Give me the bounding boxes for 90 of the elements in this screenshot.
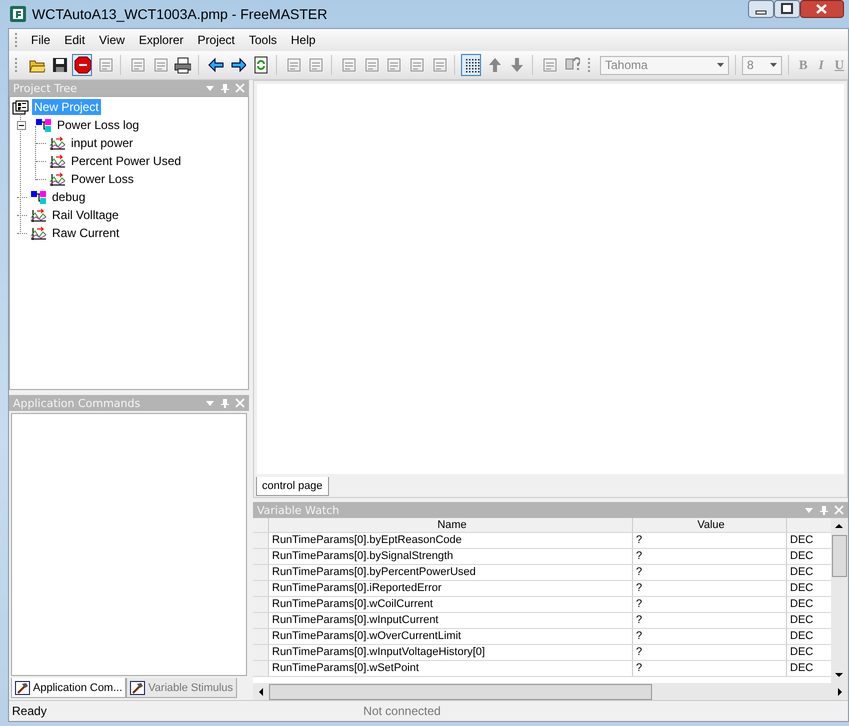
row-header[interactable] xyxy=(253,533,269,548)
row-header[interactable] xyxy=(253,645,269,660)
table-cell: ? xyxy=(633,549,787,564)
folder-structure-icon xyxy=(30,190,47,204)
pin-icon[interactable] xyxy=(220,398,230,408)
dropdown-icon[interactable] xyxy=(205,398,215,408)
window-title: WCTAutoA13_WCT1003A.pmp - FreeMASTER xyxy=(32,6,328,22)
row-header[interactable] xyxy=(253,661,269,676)
row-header[interactable] xyxy=(253,629,269,644)
menu-item[interactable]: Project xyxy=(190,31,242,49)
column-header[interactable]: Name xyxy=(269,518,633,532)
panel-title: Variable Watch xyxy=(257,504,340,516)
stop-icon[interactable] xyxy=(72,54,92,76)
table-cell-text: DEC xyxy=(789,629,814,644)
tree-item[interactable]: Power Loss xyxy=(69,171,136,187)
menu-item[interactable]: View xyxy=(92,31,132,49)
table-cell: RunTimeParams[0].wSetPoint xyxy=(269,661,633,676)
project-icon xyxy=(12,100,29,114)
status-text: Ready xyxy=(11,704,48,718)
table-cell-text: DEC xyxy=(789,549,814,564)
vertical-scrollbar[interactable] xyxy=(831,518,848,683)
table-cell-text: DEC xyxy=(789,661,814,676)
table-cell: RunTimeParams[0].wInputCurrent xyxy=(269,613,633,628)
table-cell-text: DEC xyxy=(789,645,814,660)
dropdown-icon[interactable] xyxy=(205,83,215,93)
table-cell: RunTimeParams[0].wInputVoltageHistory[0] xyxy=(269,645,633,660)
table-cell-text: DEC xyxy=(789,581,814,596)
tree-item[interactable]: input power xyxy=(69,135,136,151)
panel-title: Application Commands xyxy=(13,396,140,410)
row-header[interactable] xyxy=(253,549,269,564)
table-cell: RunTimeParams[0].byPercentPowerUsed xyxy=(269,565,633,580)
menu-item[interactable]: Edit xyxy=(57,31,92,49)
recorder-icon xyxy=(49,136,66,150)
pin-icon[interactable] xyxy=(220,83,230,93)
caret-icon xyxy=(717,63,724,67)
tree-item[interactable]: Raw Current xyxy=(50,225,122,241)
tree-item[interactable]: Power Loss log xyxy=(55,117,142,133)
row-header[interactable] xyxy=(253,565,269,580)
table-cell: ? xyxy=(633,597,787,612)
menu-item[interactable]: Tools xyxy=(242,31,284,49)
table-cell: ? xyxy=(633,661,787,676)
menu-item[interactable]: Explorer xyxy=(132,31,191,49)
table-cell: RunTimeParams[0].wOverCurrentLimit xyxy=(269,629,633,644)
table-cell: RunTimeParams[0].iReportedError xyxy=(269,581,633,596)
folder-structure-icon xyxy=(35,118,52,132)
horizontal-scrollbar[interactable] xyxy=(253,683,848,700)
table-cell: ? xyxy=(633,629,787,644)
grid-icon[interactable] xyxy=(461,54,481,76)
recorder-icon xyxy=(49,154,66,168)
scrollbar-thumb[interactable] xyxy=(269,684,652,700)
dropdown-icon[interactable] xyxy=(804,505,814,515)
hammer-icon xyxy=(130,680,146,694)
scrollbar-thumb[interactable] xyxy=(832,535,847,577)
recorder-icon xyxy=(30,208,47,222)
table-cell-text: DEC xyxy=(789,597,814,612)
connection-status: Not connected xyxy=(362,704,442,718)
hammer-icon xyxy=(15,680,30,694)
maximize-icon[interactable] xyxy=(774,0,800,19)
row-header[interactable] xyxy=(253,597,269,612)
caret-icon xyxy=(770,63,778,67)
table-cell: RunTimeParams[0].byEptReasonCode xyxy=(269,533,633,548)
table-cell: ? xyxy=(633,613,787,628)
recorder-icon xyxy=(49,172,66,186)
table-cell: ? xyxy=(633,533,787,548)
menu-item[interactable]: Help xyxy=(284,31,323,49)
table-cell-text: DEC xyxy=(789,613,814,628)
panel-title: Project Tree xyxy=(13,82,78,94)
collapse-toggle-icon[interactable] xyxy=(17,120,26,130)
table-cell: RunTimeParams[0].wCoilCurrent xyxy=(269,597,633,612)
row-header[interactable] xyxy=(253,613,269,628)
panel-tab[interactable]: Variable Stimulus xyxy=(126,678,238,698)
tree-item[interactable]: debug xyxy=(50,189,88,205)
row-header[interactable] xyxy=(253,581,269,596)
table-cell: ? xyxy=(633,581,787,596)
table-cell: ? xyxy=(633,565,787,580)
app-logo-icon xyxy=(10,6,26,22)
document-tab[interactable]: control page xyxy=(256,477,329,496)
table-cell-text: DEC xyxy=(789,533,814,548)
menu-item[interactable]: File xyxy=(24,31,58,49)
tree-item[interactable]: Percent Power Used xyxy=(69,153,184,169)
pin-icon[interactable] xyxy=(819,505,829,515)
tree-item[interactable]: Rail Volltage xyxy=(50,207,121,223)
column-header[interactable]: Value xyxy=(633,518,787,532)
table-cell: RunTimeParams[0].bySignalStrength xyxy=(269,549,633,564)
recorder-icon xyxy=(30,226,47,240)
table-cell-text: DEC xyxy=(789,565,814,580)
close-icon[interactable] xyxy=(800,0,844,19)
minimize-icon[interactable] xyxy=(748,0,774,19)
table-cell: ? xyxy=(633,645,787,660)
panel-tab[interactable]: Application Com... xyxy=(11,678,126,698)
